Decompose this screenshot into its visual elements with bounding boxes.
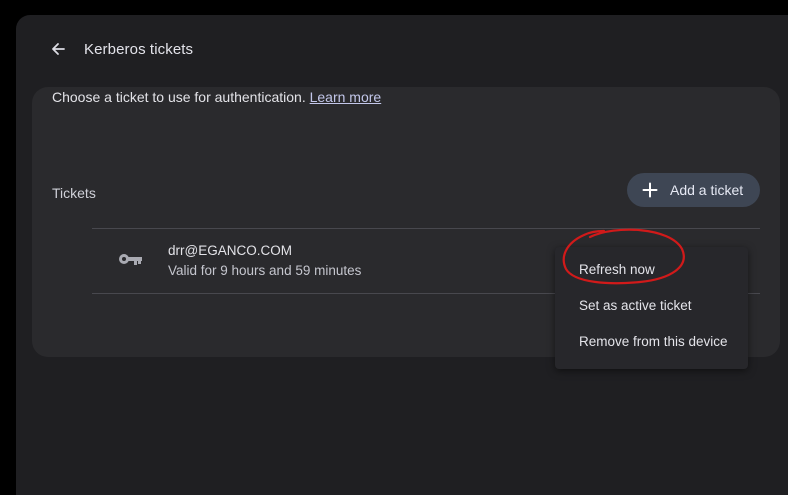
ticket-validity: Valid for 9 hours and 59 minutes	[168, 263, 362, 278]
menu-item-set-active[interactable]: Set as active ticket	[555, 289, 748, 325]
add-ticket-label: Add a ticket	[670, 182, 744, 198]
ticket-context-menu: Refresh now Set as active ticket Remove …	[555, 247, 748, 369]
add-ticket-button[interactable]: Add a ticket	[627, 173, 760, 207]
learn-more-link[interactable]: Learn more	[310, 89, 382, 105]
menu-item-label: Refresh now	[579, 262, 655, 277]
menu-item-remove[interactable]: Remove from this device	[555, 325, 748, 361]
tickets-section-label: Tickets	[52, 185, 96, 201]
intro-text: Choose a ticket to use for authenticatio…	[52, 89, 381, 105]
back-button[interactable]	[44, 35, 72, 63]
intro-description: Choose a ticket to use for authenticatio…	[52, 89, 306, 105]
arrow-left-icon	[52, 43, 65, 55]
ticket-principal: drr@EGANCO.COM	[168, 243, 292, 258]
page-header: Kerberos tickets	[16, 15, 788, 85]
page-title: Kerberos tickets	[84, 41, 194, 58]
menu-item-label: Remove from this device	[579, 334, 728, 349]
menu-item-refresh-now[interactable]: Refresh now	[555, 253, 748, 289]
plus-icon	[641, 181, 659, 199]
key-icon	[119, 254, 142, 265]
menu-item-label: Set as active ticket	[579, 298, 692, 313]
